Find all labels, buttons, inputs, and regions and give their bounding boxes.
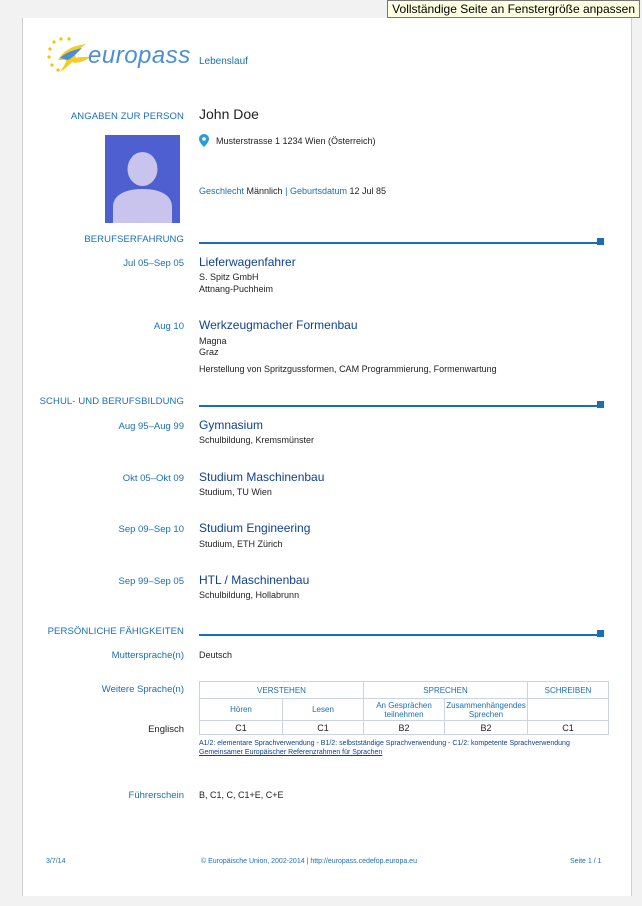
personal-details-line: Geschlecht Männlich | Geburtsdatum 12 Ju… — [199, 186, 386, 196]
section-divider — [199, 405, 597, 407]
experience-employer: Magna — [199, 336, 227, 346]
section-marker — [597, 630, 604, 637]
education-title: Studium Engineering — [199, 521, 311, 535]
section-marker — [597, 401, 604, 408]
section-marker — [597, 238, 604, 245]
language-legend: A1/2: elementare Sprachverwendung - B1/2… — [199, 740, 570, 747]
footer-page-number: Seite 1 / 1 — [570, 858, 602, 865]
experience-employer: S. Spitz GmbH — [199, 272, 259, 282]
experience-description: Herstellung von Spritzgussformen, CAM Pr… — [199, 364, 497, 374]
header-speaking: SPRECHEN — [363, 681, 528, 699]
cefr-link[interactable]: Gemeinsamer Europäischer Referenzrahmen … — [199, 749, 382, 756]
education-title: Studium Maschinenbau — [199, 470, 325, 484]
mother-tongue-value: Deutsch — [199, 650, 233, 660]
gender-label: Geschlecht — [199, 186, 245, 196]
birth-label: Geburtsdatum — [289, 186, 347, 196]
education-institution: Studium, ETH Zürich — [199, 539, 283, 549]
person-name: John Doe — [199, 106, 259, 122]
viewer-bottom-margin — [0, 896, 642, 906]
level-cell: B2 — [363, 720, 445, 735]
language-name: Englisch — [148, 724, 184, 735]
other-languages-label: Weitere Sprache(n) — [101, 684, 184, 695]
level-cell: C1 — [527, 720, 609, 735]
section-skills-label: PERSÖNLICHE FÄHIGKEITEN — [47, 626, 184, 637]
document-type: Lebenslauf — [199, 56, 248, 67]
subheader-reading: Lesen — [282, 698, 364, 721]
experience-location: Graz — [199, 347, 219, 357]
subheader-writing-empty — [527, 698, 609, 721]
education-date: Sep 09–Sep 10 — [118, 524, 184, 535]
education-date: Okt 05–Okt 09 — [122, 473, 184, 484]
subheader-listening: Hören — [199, 698, 283, 721]
level-cell: B2 — [444, 720, 528, 735]
driving-license-label: Führerschein — [128, 790, 184, 801]
section-divider — [199, 634, 597, 636]
location-pin-icon — [199, 134, 209, 147]
subheader-interaction: An Gesprächen teilnehmen — [363, 698, 445, 721]
education-title: Gymnasium — [199, 418, 264, 432]
gender-value: Männlich — [246, 186, 283, 196]
education-institution: Schulbildung, Hollabrunn — [199, 590, 300, 600]
section-education-label: SCHUL- UND BERUFSBILDUNG — [39, 396, 184, 407]
footer-copyright: © Europäische Union, 2002-2014 | http://… — [201, 858, 417, 865]
europass-logo-text: europass — [88, 42, 191, 69]
fit-page-tooltip: Vollständige Seite an Fenstergröße anpas… — [387, 0, 640, 18]
birth-value: 12 Jul 85 — [349, 186, 387, 196]
experience-location: Attnang-Puchheim — [199, 284, 274, 294]
mother-tongue-label: Muttersprache(n) — [111, 650, 184, 661]
footer-date: 3/7/14 — [46, 858, 66, 865]
section-experience-label: BERUFSERFAHRUNG — [84, 234, 184, 245]
header-writing: SCHREIBEN — [527, 681, 609, 699]
viewer-left-margin — [0, 0, 22, 906]
avatar-icon — [113, 152, 172, 223]
education-title: HTL / Maschinenbau — [199, 573, 310, 587]
language-skills-table: VERSTEHEN SPRECHEN SCHREIBEN Hören Lesen… — [199, 681, 609, 735]
person-address: Musterstrasse 1 1234 Wien (Österreich) — [216, 136, 376, 146]
level-cell: C1 — [199, 720, 283, 735]
education-date: Sep 99–Sep 05 — [118, 576, 184, 587]
experience-title: Werkzeugmacher Formenbau — [199, 318, 358, 332]
experience-date: Aug 10 — [153, 321, 184, 332]
education-institution: Studium, TU Wien — [199, 487, 272, 497]
profile-photo-placeholder — [105, 135, 180, 223]
section-personal-label: ANGABEN ZUR PERSON — [70, 111, 184, 122]
section-divider — [199, 242, 597, 244]
header-understanding: VERSTEHEN — [199, 681, 364, 699]
driving-license-value: B, C1, C, C1+E, C+E — [199, 790, 284, 800]
details-separator: | — [285, 186, 288, 196]
experience-title: Lieferwagenfahrer — [199, 255, 296, 269]
education-date: Aug 95–Aug 99 — [118, 421, 184, 432]
experience-date: Jul 05–Sep 05 — [123, 258, 184, 269]
level-cell: C1 — [282, 720, 364, 735]
subheader-production: Zusammenhängendes Sprechen — [444, 698, 528, 721]
education-institution: Schulbildung, Kremsmünster — [199, 435, 315, 445]
